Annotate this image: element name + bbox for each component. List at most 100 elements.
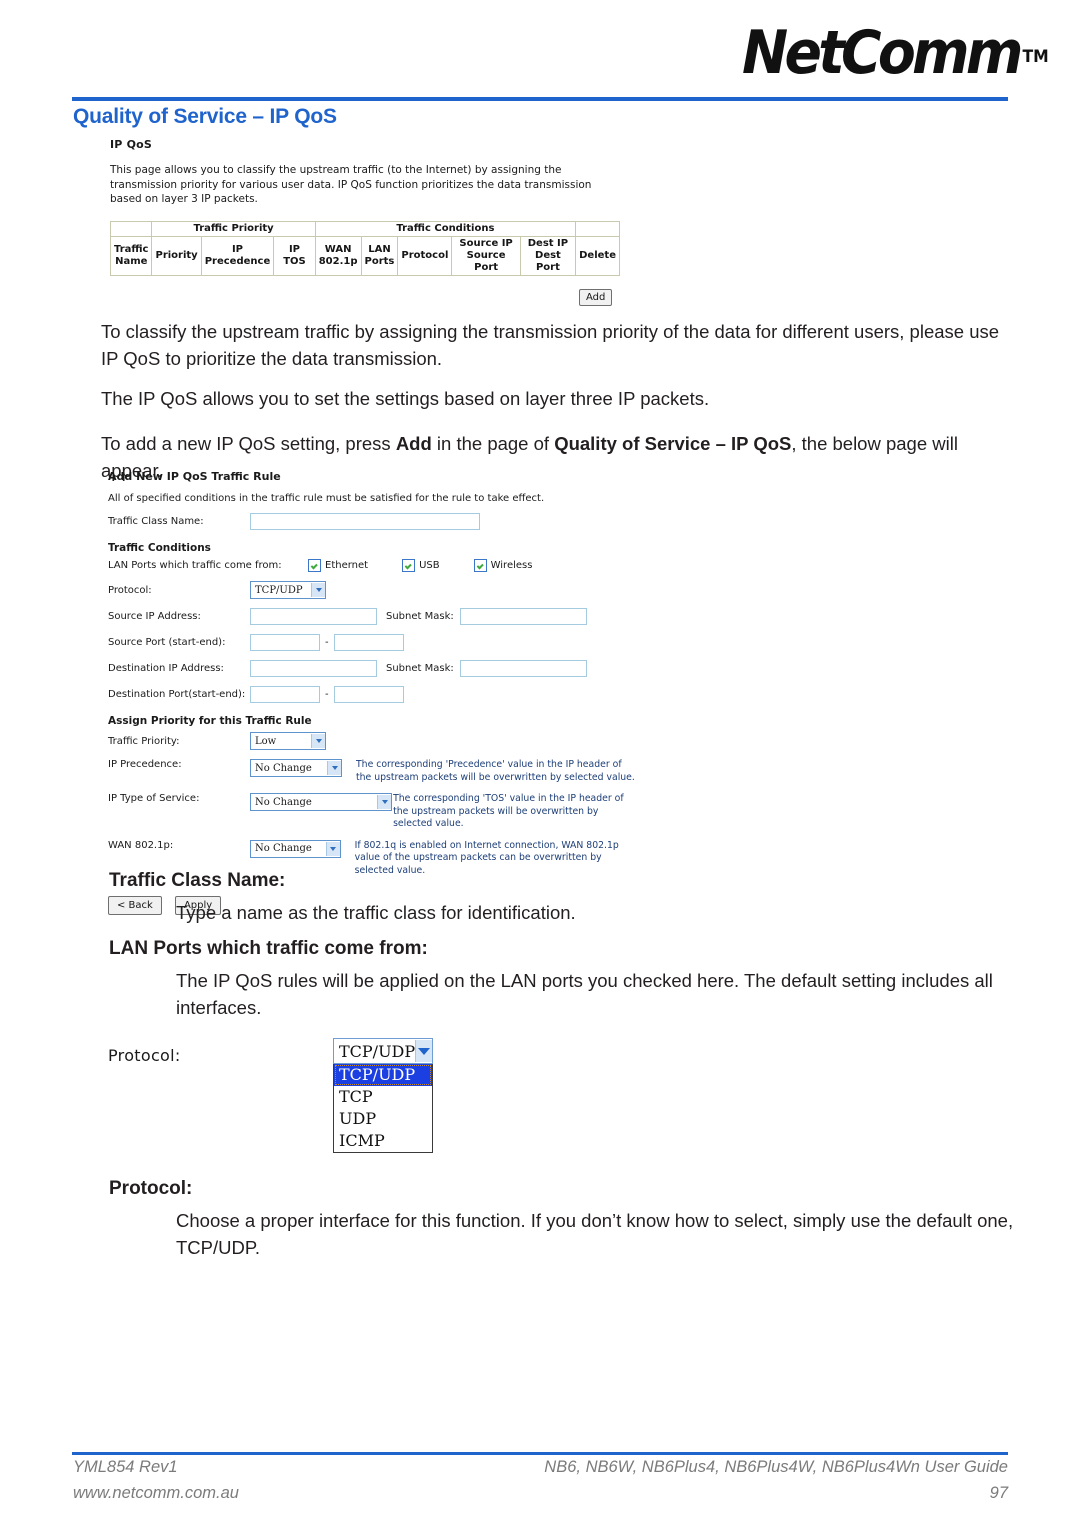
checkbox-wireless-label: Wireless [490, 560, 533, 571]
checkbox-ethernet-box[interactable] [308, 559, 321, 572]
checkbox-usb[interactable]: USB [402, 559, 440, 572]
col-source: Source IP Source Port [451, 235, 521, 276]
heading-protocol: Protocol: [109, 1178, 193, 1199]
ip-tos-value: No Change [255, 796, 312, 808]
col-ip-tos: IP TOS [273, 235, 316, 276]
body-lan-ports: The IP QoS rules will be applied on the … [176, 970, 993, 1018]
dest-subnet-label: Subnet Mask: [386, 663, 454, 674]
traffic-priority-value: Low [255, 735, 277, 747]
col-source-l1: Source IP [459, 237, 513, 249]
protocol-option-icmp[interactable]: ICMP [334, 1130, 432, 1152]
col-traffic-name: Traffic Name [109, 235, 153, 276]
paragraph-classify-upstream: To classify the upstream traffic by assi… [101, 321, 1000, 369]
chevron-down-icon[interactable] [311, 583, 325, 597]
ip-qos-description: This page allows you to classify the ups… [110, 164, 592, 205]
dest-port-end-input[interactable] [333, 686, 404, 703]
row-dest-ip: Destination IP Address: Subnet Mask: [108, 660, 638, 677]
screenshot-add-qos-rule: Add New IP QoS Traffic Rule All of speci… [108, 470, 638, 915]
heading-lan-ports: LAN Ports which traffic come from: [109, 938, 428, 959]
add-button-row: Add [110, 285, 620, 306]
protocol-option-udp[interactable]: UDP [334, 1108, 432, 1130]
protocol-option-tcp-udp[interactable]: TCP/UDP [334, 1064, 432, 1086]
group-header-traffic-priority: Traffic Priority [151, 220, 316, 237]
col-traffic-name-l2: Name [115, 255, 148, 267]
traffic-priority-select[interactable]: Low [250, 732, 326, 750]
header-rule [72, 97, 1008, 101]
body-traffic-class-name: Type a name as the traffic class for ide… [176, 902, 576, 923]
protocol-select[interactable]: TCP/UDP [250, 581, 326, 599]
col-wan-8021p: WAN 802.1p [314, 235, 362, 276]
traffic-class-name-input[interactable] [250, 513, 480, 530]
protocol-dropdown-options[interactable]: TCP/UDP TCP UDP ICMP [333, 1064, 433, 1153]
source-port-end-input[interactable] [333, 634, 404, 651]
col-delete: Delete [575, 235, 620, 276]
ip-tos-select[interactable]: No Change [250, 793, 393, 811]
protocol-dropdown-widget[interactable]: TCP/UDP TCP/UDP TCP UDP ICMP [333, 1038, 433, 1153]
protocol-dropdown-selected: TCP/UDP [339, 1041, 416, 1061]
group-header-blank-left [109, 220, 153, 237]
footer-page-number: 97 [989, 1484, 1008, 1502]
chevron-down-icon[interactable] [327, 761, 341, 775]
add-rule-heading: Add New IP QoS Traffic Rule [108, 470, 281, 483]
checkbox-ethernet-label: Ethernet [325, 560, 369, 571]
col-traffic-name-l1: Traffic [114, 243, 149, 255]
col-wan-8021p-l1: WAN [324, 243, 352, 255]
wan-8021p-select[interactable]: No Change [250, 839, 341, 858]
chevron-down-icon[interactable] [311, 734, 325, 748]
dest-ip-input[interactable] [250, 660, 377, 677]
source-port-dash: - [325, 637, 329, 648]
wan-8021p-hint: If 802.1q is enabled on Internet connect… [354, 839, 619, 876]
dest-ip-label: Destination IP Address: [108, 663, 224, 674]
source-subnet-label: Subnet Mask: [386, 611, 454, 622]
body-protocol: Choose a proper interface for this funct… [176, 1210, 1014, 1258]
chevron-down-icon[interactable] [415, 1040, 432, 1062]
paragraph-layer-three: The IP QoS allows you to set the setting… [101, 388, 710, 409]
table-column-header-row: Traffic Name Priority IP Precedence IP T… [109, 235, 620, 276]
checkbox-wireless-box[interactable] [473, 559, 487, 572]
col-source-l2: Source Port [466, 249, 506, 273]
protocol-dropdown-closed[interactable]: TCP/UDP [333, 1038, 433, 1064]
row-protocol: Protocol: TCP/UDP [108, 581, 638, 599]
add-rule-subtitle: All of specified conditions in the traff… [108, 493, 545, 504]
back-button[interactable]: < Back [108, 896, 162, 915]
checkbox-usb-box[interactable] [402, 559, 416, 572]
ip-qos-heading: IP QoS [110, 138, 153, 151]
wan-8021p-value: No Change [255, 843, 312, 854]
protocol-select-value: TCP/UDP [255, 584, 303, 596]
logo-wordmark: NetComm [742, 18, 1023, 88]
dest-subnet-input[interactable] [459, 660, 587, 677]
checkbox-usb-label: USB [419, 560, 440, 571]
row-ip-precedence: IP Precedence: No Change The correspondi… [108, 759, 638, 784]
row-source-port: Source Port (start-end): - [108, 634, 638, 651]
col-ip-precedence-l1: IP [231, 243, 243, 255]
dest-port-dash: - [325, 689, 329, 700]
checkbox-wireless[interactable]: Wireless [473, 559, 533, 572]
ip-qos-table: Traffic Priority Traffic Conditions Traf… [109, 220, 620, 276]
chevron-down-icon[interactable] [325, 841, 340, 856]
table-group-header-row: Traffic Priority Traffic Conditions [109, 220, 620, 237]
lan-ports-label: LAN Ports which traffic come from: [108, 560, 282, 571]
para3-page-name: Quality of Service – IP QoS [554, 433, 792, 454]
ip-tos-hint: The corresponding 'TOS' value in the IP … [393, 793, 624, 829]
source-ip-input[interactable] [250, 608, 377, 625]
col-dest: Dest IP Dest Port [519, 235, 577, 276]
screenshot-ip-qos: IP QoS This page allows you to classify … [109, 138, 620, 306]
col-dest-l1: Dest IP [527, 237, 569, 249]
col-lan-ports: LAN Ports [360, 235, 399, 276]
source-port-start-input[interactable] [250, 634, 320, 651]
source-subnet-input[interactable] [459, 608, 587, 625]
chevron-down-icon[interactable] [377, 795, 392, 809]
col-dest-l2: Dest Port [535, 249, 561, 273]
ip-precedence-select[interactable]: No Change [250, 759, 342, 777]
protocol-option-tcp[interactable]: TCP [334, 1086, 432, 1108]
col-ip-precedence: IP Precedence [200, 235, 275, 276]
row-ip-tos: IP Type of Service: No Change The corres… [108, 793, 638, 831]
row-lan-ports: LAN Ports which traffic come from: Ether… [108, 559, 638, 572]
dest-port-start-input[interactable] [250, 686, 320, 703]
checkbox-ethernet[interactable]: Ethernet [308, 559, 368, 572]
col-priority: Priority [151, 235, 202, 276]
add-button[interactable]: Add [579, 288, 613, 306]
footer-revision: YML854 Rev1 [73, 1458, 178, 1476]
assign-priority-header: Assign Priority for this Traffic Rule [108, 715, 312, 727]
col-protocol: Protocol [397, 235, 453, 276]
